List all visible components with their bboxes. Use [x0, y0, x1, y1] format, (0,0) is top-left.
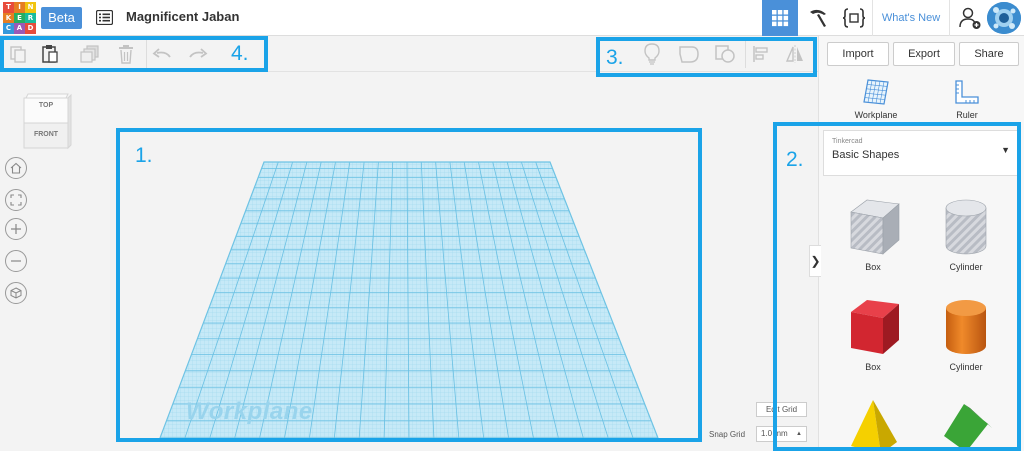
workplane-tool-label: Workplane	[854, 110, 898, 120]
design-title[interactable]: Magnificent Jaban	[126, 9, 239, 24]
fit-all-icon	[10, 194, 22, 206]
callout-box-workplane	[116, 128, 702, 442]
logo-letter: E	[14, 12, 25, 24]
ruler-tool[interactable]: Ruler	[937, 78, 997, 128]
callout-label-workplane: 1.	[135, 144, 153, 167]
import-button[interactable]: Import	[827, 42, 889, 66]
view-cube[interactable]: TOP FRONT	[22, 92, 72, 150]
grid-icon	[772, 10, 789, 27]
ruler-icon	[955, 80, 979, 104]
logo-letter: C	[3, 23, 14, 34]
callout-box-edit-tools	[0, 36, 268, 72]
zoom-out-button[interactable]	[5, 250, 27, 272]
plus-icon	[11, 224, 21, 234]
codeblocks-button[interactable]	[836, 0, 872, 36]
share-button[interactable]: Share	[959, 42, 1019, 66]
cube-icon	[10, 287, 22, 299]
logo-letter: N	[25, 2, 36, 13]
home-view-button[interactable]	[5, 157, 27, 179]
ruler-tool-label: Ruler	[956, 110, 978, 120]
logo-letter: R	[25, 12, 36, 24]
workplane-icon	[863, 79, 889, 105]
callout-label-shape-tools: 3.	[606, 46, 624, 69]
export-button[interactable]: Export	[893, 42, 955, 66]
fit-view-button[interactable]	[5, 189, 27, 211]
logo-letter: A	[14, 23, 25, 34]
beta-badge: Beta	[41, 7, 82, 29]
add-user-button[interactable]	[952, 0, 988, 36]
callout-label-shapes-panel: 2.	[786, 148, 804, 171]
minecraft-pickaxe-button[interactable]	[800, 0, 836, 36]
home-icon	[10, 162, 22, 174]
perspective-toggle-button[interactable]	[5, 282, 27, 304]
code-braces-icon	[842, 8, 866, 28]
workplane-tool[interactable]: Workplane	[846, 78, 906, 128]
minus-icon	[11, 260, 21, 262]
design-list-icon[interactable]	[95, 9, 114, 26]
top-bar: TINKERCAD Beta Magnificent Jaban What's …	[0, 0, 1024, 36]
tinkercad-logo[interactable]: TINKERCAD	[3, 2, 36, 34]
callout-label-edit-tools: 4.	[231, 42, 249, 65]
logo-letter: K	[3, 12, 14, 24]
logo-letter: I	[14, 2, 25, 13]
callout-box-shape-tools	[596, 37, 817, 77]
whats-new-link[interactable]: What's New	[872, 0, 950, 36]
zoom-in-button[interactable]	[5, 218, 27, 240]
view-cube-top-face[interactable]: TOP	[24, 102, 68, 109]
snap-grid-label: Snap Grid	[709, 430, 746, 439]
logo-letter: D	[25, 23, 36, 34]
pickaxe-icon	[810, 9, 826, 27]
user-avatar[interactable]	[987, 2, 1021, 34]
view-cube-front-face[interactable]: FRONT	[24, 131, 68, 138]
add-user-icon	[959, 7, 981, 29]
logo-letter: T	[3, 2, 14, 13]
callout-box-shapes-panel	[773, 122, 1021, 451]
3d-design-view-button[interactable]	[762, 0, 798, 36]
